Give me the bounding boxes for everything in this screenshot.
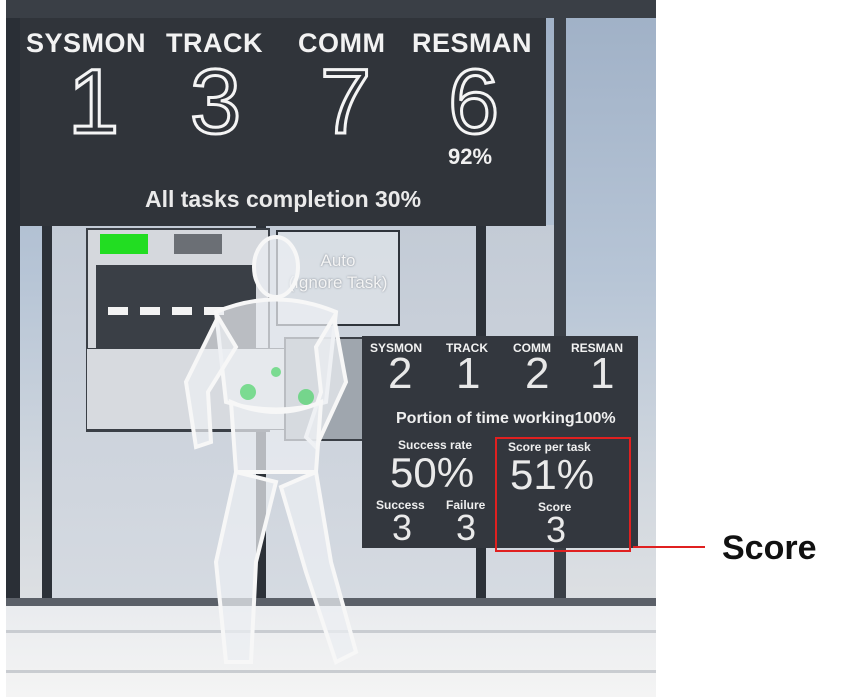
avatar-figure (183, 235, 359, 665)
vr-scene: Auto (Ignore Task) SYSMON TRACK COMM RES… (6, 0, 656, 697)
callout-leader-line (633, 546, 705, 548)
success-value: 3 (392, 507, 413, 548)
ceiling-beam (6, 0, 656, 18)
left-pillar (6, 0, 20, 697)
green-indicator-light (100, 234, 148, 254)
resman-count: 6 (446, 51, 500, 153)
comm-count: 7 (318, 51, 372, 153)
completion-status: All tasks completion 30% (20, 186, 546, 213)
right-pillar (554, 0, 566, 660)
score-resman-count: 1 (590, 349, 615, 398)
resman-percent: 92% (448, 144, 493, 169)
task-summary-panel: SYSMON TRACK COMM RESMAN 1 3 7 6 92% All… (20, 18, 546, 226)
score-highlight-box (495, 437, 631, 552)
score-callout-label: Score (722, 529, 817, 567)
sysmon-count: 1 (66, 51, 120, 153)
score-comm-count: 2 (525, 349, 550, 398)
score-sysmon-count: 2 (388, 349, 413, 398)
window-post (42, 225, 52, 610)
track-count: 3 (188, 51, 242, 153)
gauge-dash (108, 307, 128, 315)
failure-value: 3 (456, 507, 477, 548)
completion-text: All tasks completion 30% (144, 186, 422, 212)
success-rate-value: 50% (390, 449, 475, 496)
score-track-count: 1 (456, 349, 481, 398)
portion-time-working: Portion of time working100% (396, 410, 616, 427)
